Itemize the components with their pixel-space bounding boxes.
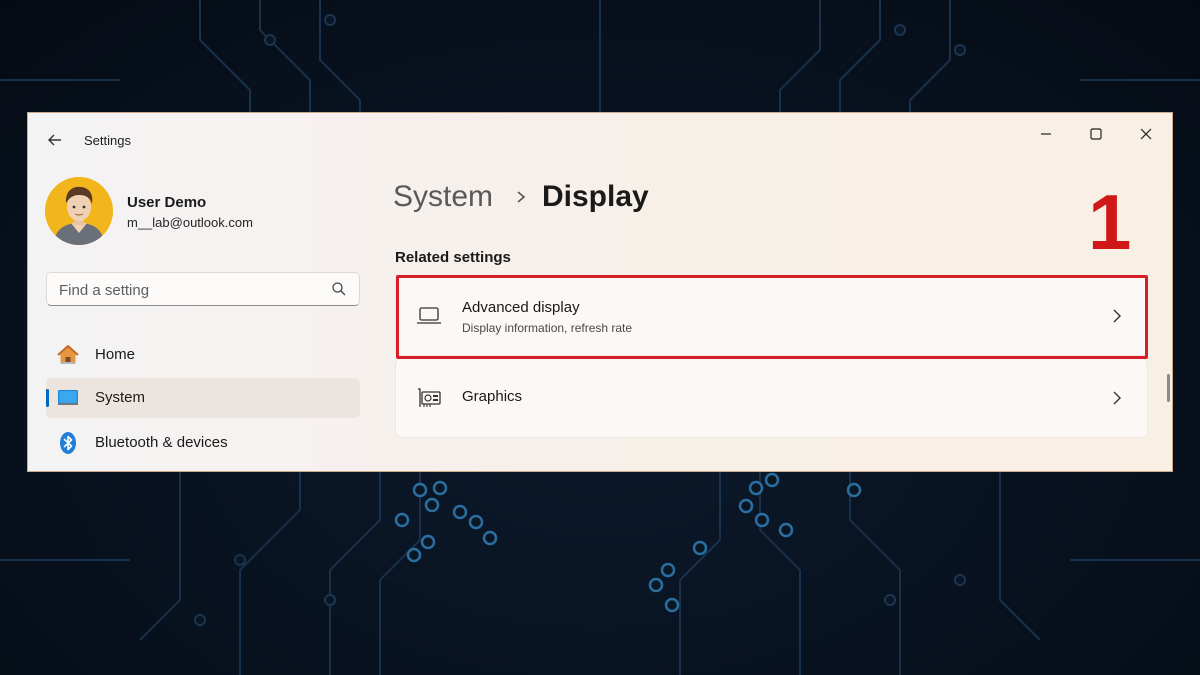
maximize-button[interactable]	[1073, 119, 1119, 149]
search-icon[interactable]	[331, 281, 347, 297]
chevron-right-icon	[1113, 391, 1121, 405]
section-heading: Related settings	[395, 249, 511, 266]
sidebar-item-system[interactable]: System	[46, 378, 360, 418]
page-title: Display	[542, 180, 649, 213]
search-input[interactable]	[47, 273, 331, 307]
avatar[interactable]	[45, 177, 113, 245]
user-name: User Demo	[127, 194, 207, 211]
window-title: Settings	[84, 133, 131, 148]
user-email: m__lab@outlook.com	[127, 215, 253, 230]
settings-window: Settings User Demo m__lab@outlook.com Fi…	[27, 112, 1173, 472]
maximize-icon	[1090, 128, 1102, 140]
selection-indicator	[46, 389, 49, 407]
graphics-card[interactable]: Graphics	[395, 358, 1148, 438]
search-box[interactable]	[46, 272, 360, 307]
highlight-annotation-box	[396, 275, 1148, 359]
monitor-icon	[58, 390, 78, 405]
graphics-card-icon	[418, 388, 441, 407]
sidebar-item-label: System	[95, 389, 146, 406]
minimize-button[interactable]	[1023, 119, 1069, 149]
step-number-annotation: 1	[1088, 178, 1132, 266]
scrollbar-thumb[interactable]	[1167, 374, 1170, 402]
card-title: Graphics	[462, 388, 523, 405]
bluetooth-icon	[60, 432, 76, 454]
close-icon	[1140, 128, 1152, 140]
close-button[interactable]	[1123, 119, 1169, 149]
sidebar-item-bluetooth[interactable]: Bluetooth & devices	[46, 423, 360, 463]
home-icon	[57, 345, 79, 364]
back-arrow-icon	[48, 134, 61, 146]
sidebar-item-label: Home	[95, 346, 136, 363]
sidebar-item-home[interactable]: Home	[46, 335, 360, 375]
avatar-illustration	[45, 177, 113, 245]
back-button[interactable]	[42, 127, 68, 153]
chevron-right-icon	[517, 191, 526, 203]
breadcrumb-parent[interactable]: System	[393, 180, 493, 214]
sidebar-item-label: Bluetooth & devices	[95, 434, 228, 451]
minimize-icon	[1041, 133, 1051, 135]
